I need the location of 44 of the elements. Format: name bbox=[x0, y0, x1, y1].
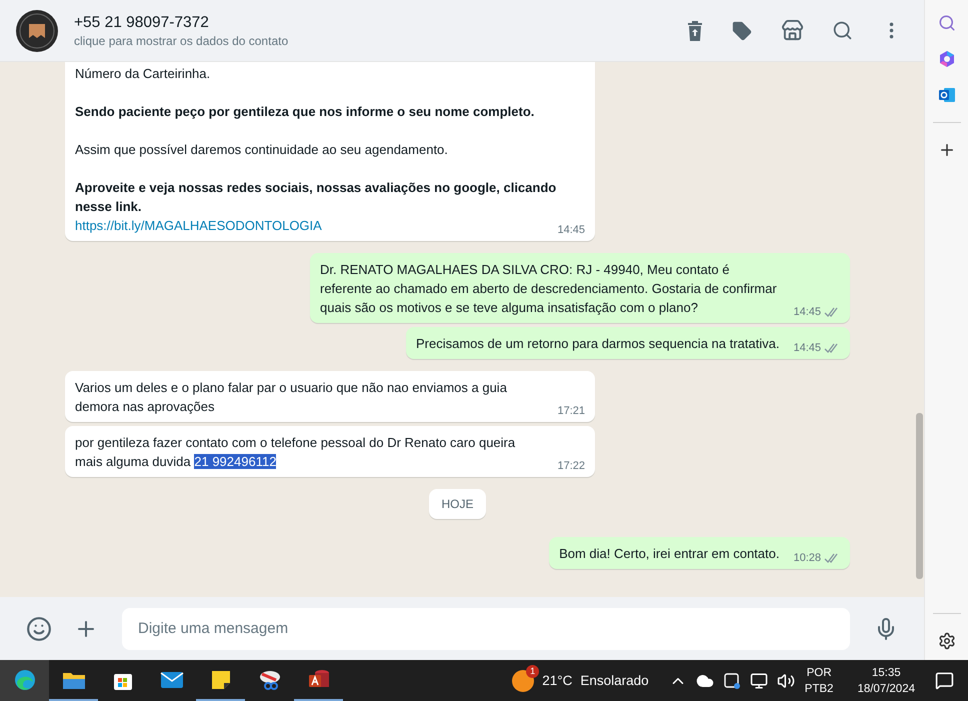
message-input[interactable]: Digite uma mensagem bbox=[122, 608, 850, 650]
message-time: 17:21 bbox=[557, 404, 585, 419]
message-text: Dr. RENATO MAGALHAES DA SILVA CRO: RJ - 49940, Meu contato é referente ao chamado em aberto de descredenciamento. Gostaria de confirmar quais são os motivos e se teve alguma insatisfação com o plano? bbox=[320, 261, 778, 317]
message-link[interactable]: https://bit.ly/MAGALHAESODONTOLOGIA bbox=[75, 216, 322, 235]
message-time: 10:28 bbox=[793, 551, 821, 566]
volume-icon[interactable] bbox=[776, 672, 795, 690]
emoji-icon[interactable] bbox=[26, 616, 52, 642]
trash-icon[interactable] bbox=[687, 20, 703, 40]
message-text: Sendo paciente peço por gentileza que nos informe o seu nome completo. bbox=[75, 103, 534, 121]
tablet-icon[interactable] bbox=[722, 672, 741, 690]
settings-icon[interactable] bbox=[938, 632, 956, 650]
weather-condition[interactable]: Ensolarado bbox=[580, 673, 649, 688]
tag-icon[interactable] bbox=[731, 20, 753, 42]
message-text: Número da Carteirinha. bbox=[75, 65, 210, 83]
clock-date[interactable]: 18/07/2024 bbox=[857, 680, 915, 696]
message-time: 14:45 bbox=[557, 223, 585, 238]
outlook-icon[interactable] bbox=[938, 86, 956, 104]
message-text: Aproveite e veja nossas redes sociais, nossas avaliações no google, clicando nesse link. bbox=[75, 179, 558, 216]
message-text: Assim que possível daremos continuidade ao seu agendamento. bbox=[75, 141, 448, 159]
copilot-icon[interactable] bbox=[938, 50, 956, 68]
language[interactable]: POR bbox=[806, 664, 832, 680]
notifications-icon[interactable] bbox=[935, 671, 954, 690]
search-icon[interactable] bbox=[832, 20, 853, 41]
scrollbar[interactable] bbox=[916, 413, 923, 579]
search-icon[interactable] bbox=[938, 14, 956, 32]
contact-name[interactable]: +55 21 98097-7372 bbox=[74, 14, 665, 32]
contact-subtitle[interactable]: clique para mostrar os dados do contato bbox=[74, 34, 665, 48]
browser-icon[interactable] bbox=[0, 660, 49, 701]
message-text: por gentileza fazer contato com o telefone pessoal do Dr Renato caro queira mais alguma duvida 21 992496112 bbox=[75, 434, 516, 471]
avatar[interactable] bbox=[16, 10, 58, 52]
notification-badge: 1 bbox=[526, 664, 540, 678]
network-icon[interactable] bbox=[750, 672, 768, 690]
weather-icon[interactable] bbox=[512, 670, 534, 692]
selected-text: 21 992496112 bbox=[194, 454, 276, 469]
message-text: Varios um deles e o plano falar par o usuario que não nao enviamos a guia demora nas aprovações bbox=[75, 379, 508, 416]
keyboard-layout[interactable]: PTB2 bbox=[804, 680, 834, 696]
message-text: Bom dia! Certo, irei entrar em contato. bbox=[559, 545, 780, 563]
date-chip: HOJE bbox=[429, 489, 486, 519]
message-text: Precisamos de um retorno para darmos sequencia na tratativa. bbox=[416, 335, 780, 353]
message-time: 14:45 bbox=[793, 305, 821, 320]
temperature[interactable]: 21°C bbox=[542, 673, 572, 688]
message-time: 14:45 bbox=[793, 341, 821, 356]
message-time: 17:22 bbox=[557, 459, 585, 474]
clock-time[interactable]: 15:35 bbox=[872, 664, 901, 680]
